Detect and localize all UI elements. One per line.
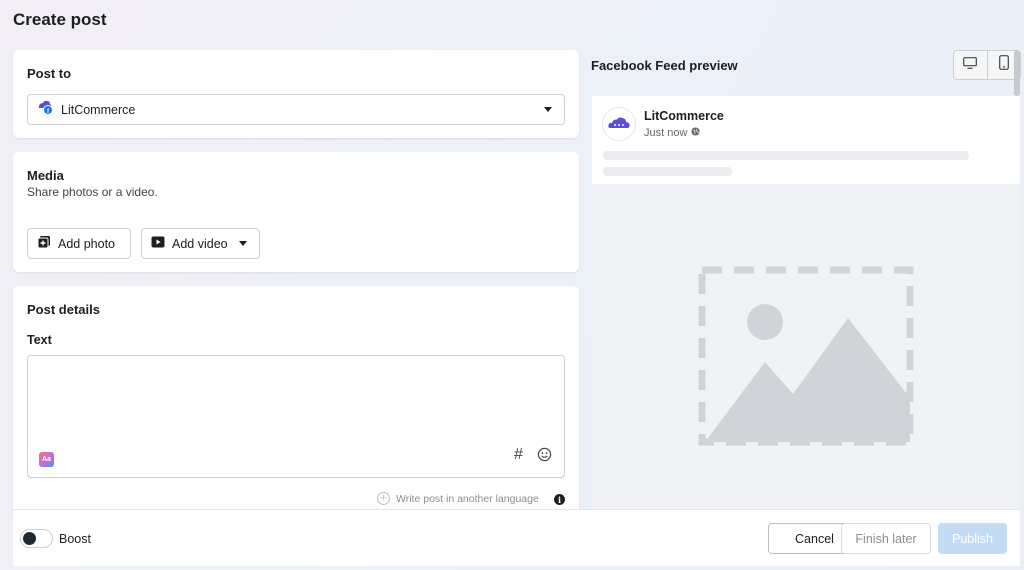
add-photo-label: Add photo xyxy=(58,236,115,251)
page-title: Create post xyxy=(13,10,107,29)
desktop-icon xyxy=(963,56,978,74)
text-placeholder-line xyxy=(603,167,732,176)
post-text-input[interactable]: Aa # xyxy=(27,355,565,478)
globe-icon xyxy=(691,127,700,139)
timestamp-label: Just now xyxy=(644,127,688,139)
preview-scrollbar[interactable] xyxy=(1014,50,1020,96)
media-title: Media xyxy=(27,168,64,183)
add-video-label: Add video xyxy=(172,236,228,251)
publish-button[interactable]: Publish xyxy=(938,523,1007,554)
info-icon[interactable]: i xyxy=(554,494,565,505)
caret-down-icon xyxy=(239,241,247,246)
page-avatar xyxy=(602,107,636,141)
caret-down-icon xyxy=(544,107,552,112)
post-details-title: Post details xyxy=(27,302,100,317)
image-placeholder-icon xyxy=(698,266,914,451)
mobile-icon xyxy=(999,55,1009,75)
preview-post-header: LitCommerce Just now xyxy=(592,96,1020,184)
media-subtitle: Share photos or a video. xyxy=(27,185,158,199)
page-select[interactable]: f LitCommerce xyxy=(27,94,565,125)
text-label: Text xyxy=(27,333,52,347)
boost-toggle[interactable] xyxy=(20,529,53,548)
selected-page-label: LitCommerce xyxy=(61,102,136,117)
preview-media-area xyxy=(592,184,1020,514)
post-to-title: Post to xyxy=(27,66,72,81)
preview-timestamp: Just now xyxy=(644,127,700,139)
text-format-icon[interactable]: Aa xyxy=(39,452,54,467)
hashtag-icon[interactable]: # xyxy=(514,446,523,464)
video-icon xyxy=(151,236,165,251)
desktop-view-button[interactable] xyxy=(954,51,987,79)
text-placeholder-line xyxy=(603,151,969,160)
toggle-knob xyxy=(23,532,36,545)
footer-bar: Boost Cancel Finish later Publish xyxy=(13,509,1020,566)
preview-page-name: LitCommerce xyxy=(644,109,724,123)
translate-label: Write post in another language xyxy=(396,492,539,505)
post-details-card: Post details Text Aa # + Write post in a… xyxy=(13,286,579,516)
boost-label: Boost xyxy=(59,532,91,546)
add-photo-icon xyxy=(37,235,51,252)
preview-title: Facebook Feed preview xyxy=(591,58,738,73)
emoji-icon[interactable] xyxy=(537,447,552,467)
add-photo-button[interactable]: Add photo xyxy=(27,228,131,259)
post-to-card: Post to f LitCommerce xyxy=(13,50,579,138)
translate-link[interactable]: + Write post in another language xyxy=(377,492,539,505)
media-card: Media Share photos or a video. Add photo… xyxy=(13,152,579,272)
device-toggle xyxy=(953,50,1021,80)
finish-later-button[interactable]: Finish later xyxy=(841,523,931,554)
plus-circle-icon: + xyxy=(377,492,390,505)
add-video-button[interactable]: Add video xyxy=(141,228,260,259)
litcommerce-facebook-icon: f xyxy=(36,99,54,120)
